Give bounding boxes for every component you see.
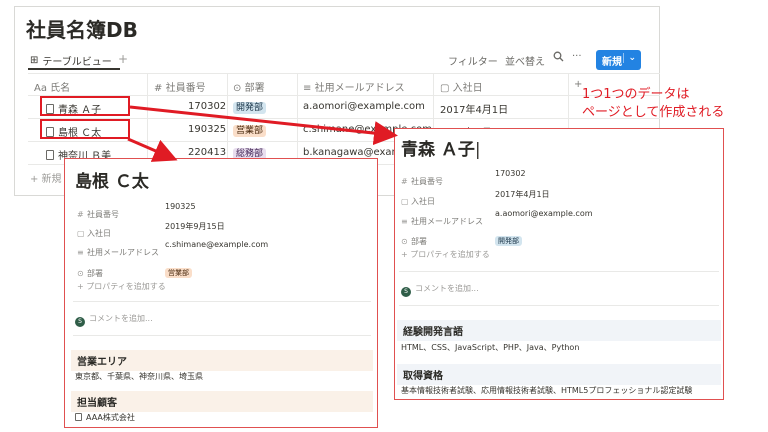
arrows-overlay [127, 105, 398, 162]
arrow-to-aomori-card [129, 105, 398, 146]
arrow-to-shimane-card [127, 137, 178, 162]
